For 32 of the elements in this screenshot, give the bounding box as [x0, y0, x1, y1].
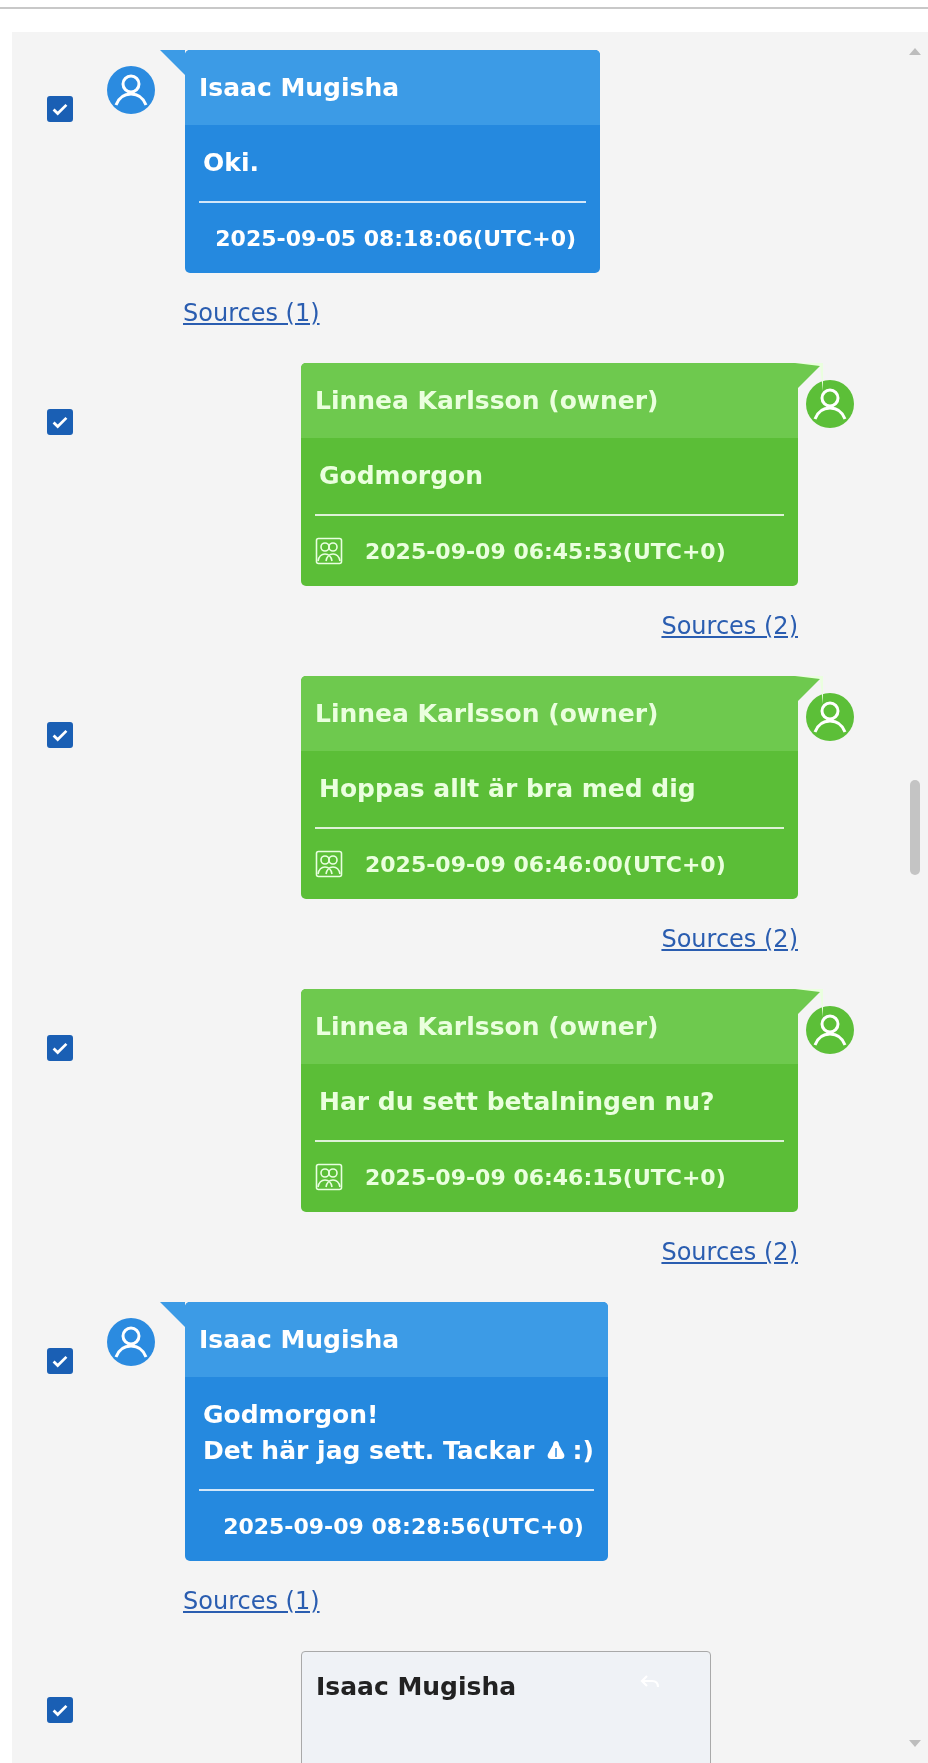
scrollbar-thumb[interactable]	[910, 780, 920, 875]
message-text: :)	[572, 1435, 594, 1467]
message-text: Godmorgon!	[203, 1399, 379, 1431]
sources-link[interactable]: Sources (1)	[183, 299, 320, 327]
sender-name: Linnea Karlsson (owner)	[315, 1012, 659, 1041]
sources-link[interactable]: Sources (2)	[661, 1238, 798, 1266]
message-text: Oki.	[203, 147, 259, 179]
checkbox[interactable]	[47, 1697, 73, 1723]
message-text: Hoppas allt är bra med dig	[319, 773, 696, 805]
sources-link[interactable]: Sources (2)	[661, 925, 798, 953]
message-timestamp: 2025-09-09 08:28:56(UTC+0)	[223, 1513, 584, 1539]
sources-link[interactable]: Sources (2)	[661, 612, 798, 640]
message-timestamp: 2025-09-09 06:46:15(UTC+0)	[365, 1164, 726, 1190]
checkbox[interactable]	[47, 1348, 73, 1374]
message-timestamp: 2025-09-09 06:46:00(UTC+0)	[365, 851, 726, 877]
sender-name: Isaac Mugisha	[199, 1325, 400, 1354]
checkbox[interactable]	[47, 722, 73, 748]
sources-link[interactable]: Sources (1)	[183, 1587, 320, 1615]
sender-name: Isaac Mugisha	[316, 1672, 517, 1701]
message-timestamp: 2025-09-05 08:18:06(UTC+0)	[215, 225, 576, 251]
checkbox[interactable]	[47, 1035, 73, 1061]
sender-name: Linnea Karlsson (owner)	[315, 386, 659, 415]
message-timestamp: 2025-09-09 06:45:53(UTC+0)	[365, 538, 726, 564]
message-text: Det här jag sett. Tackar	[203, 1435, 535, 1467]
checkbox[interactable]	[47, 96, 73, 122]
sender-name: Linnea Karlsson (owner)	[315, 699, 659, 728]
sender-name: Isaac Mugisha	[199, 73, 400, 102]
user-avatar-icon	[105, 64, 157, 116]
checkbox[interactable]	[47, 409, 73, 435]
user-avatar-icon	[105, 1316, 157, 1368]
message-text: Godmorgon	[319, 460, 483, 492]
message-text: Har du sett betalningen nu?	[319, 1086, 715, 1118]
